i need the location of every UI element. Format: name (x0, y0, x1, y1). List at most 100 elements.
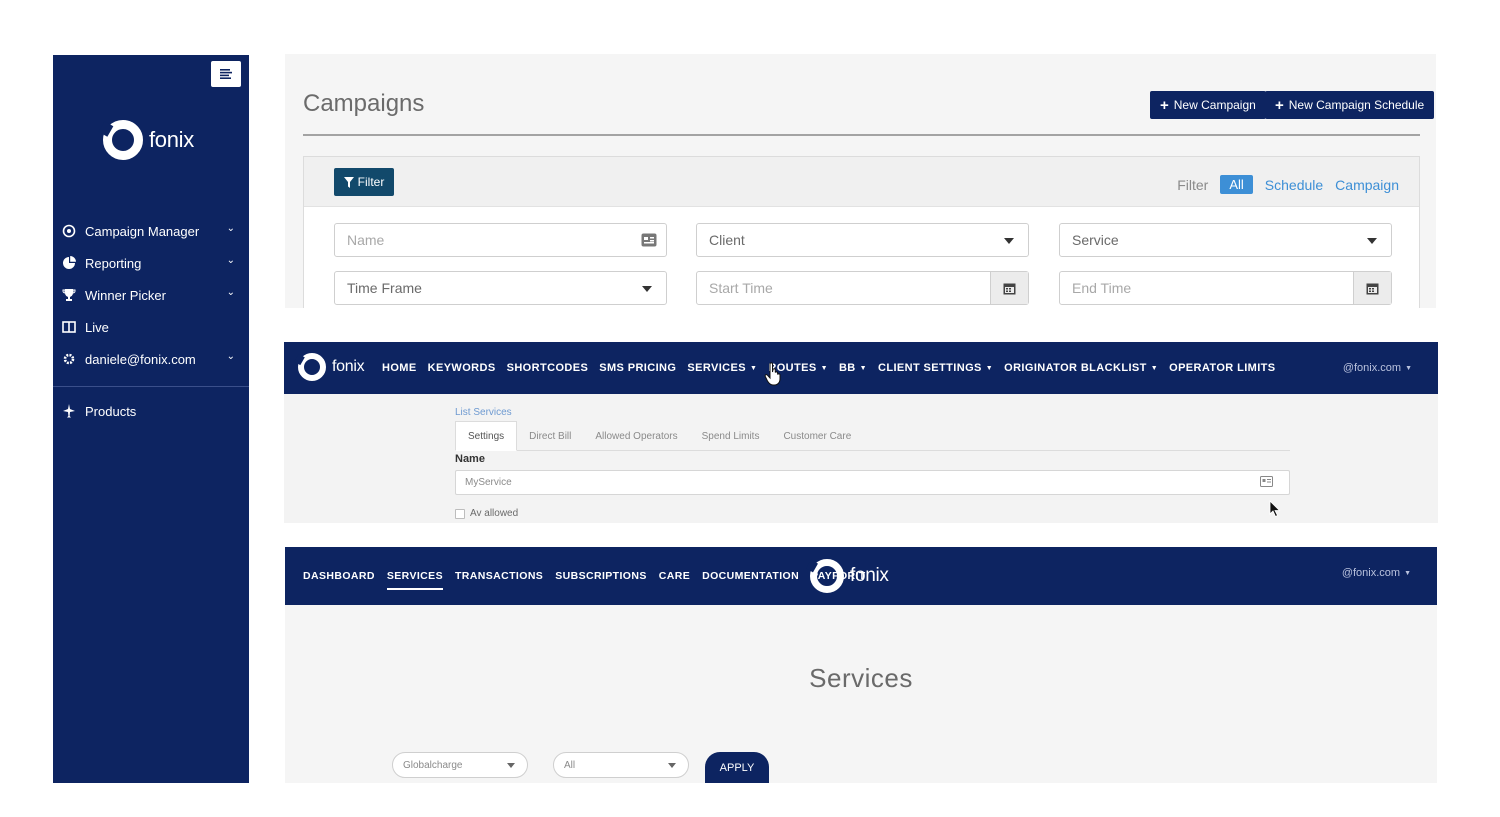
new-campaign-schedule-button[interactable]: + New Campaign Schedule (1265, 91, 1435, 119)
page-title: Campaigns (303, 90, 425, 117)
nav-dashboard[interactable]: DASHBOARD (303, 570, 375, 582)
sidebar-item-account[interactable]: daniele@fonix.com ⌄ (53, 343, 249, 375)
time-frame-select[interactable]: Time Frame (334, 271, 667, 305)
end-time-input[interactable]: End Time (1059, 271, 1392, 305)
service-name-input[interactable]: MyService (455, 470, 1290, 495)
fonix-logo-icon (298, 353, 326, 381)
sidebar-item-campaign-manager[interactable]: Campaign Manager ⌄ (53, 215, 249, 247)
admin-nav-links: HOME KEYWORDS SHORTCODES SMS PRICING SER… (382, 342, 1287, 394)
new-campaign-button[interactable]: + New Campaign (1150, 91, 1266, 119)
caret-down-icon (1004, 238, 1014, 244)
end-time-placeholder: End Time (1072, 280, 1132, 296)
pie-chart-icon (61, 255, 77, 271)
gear-icon (61, 351, 77, 367)
chevron-down-icon: ⌄ (226, 255, 235, 266)
checkbox-box[interactable] (455, 508, 465, 519)
nav-documentation[interactable]: DOCUMENTATION (702, 570, 799, 582)
av-allowed-checkbox[interactable]: Av allowed (455, 508, 518, 519)
filter-tab-all[interactable]: All (1220, 175, 1253, 194)
calendar-icon (1003, 283, 1016, 294)
filter-button[interactable]: Filter (334, 168, 394, 196)
nav-subscriptions[interactable]: SUBSCRIPTIONS (555, 570, 647, 582)
start-time-input[interactable]: Start Time (696, 271, 1029, 305)
caret-down-icon: ▼ (750, 364, 758, 372)
breadcrumb[interactable]: List Services (455, 407, 512, 418)
brand-logo[interactable]: fonix (298, 353, 365, 381)
sidebar-item-reporting[interactable]: Reporting ⌄ (53, 247, 249, 279)
admin-navbar: fonix HOME KEYWORDS SHORTCODES SMS PRICI… (284, 342, 1438, 394)
calendar-button[interactable] (1353, 272, 1391, 304)
nav-transactions[interactable]: TRANSACTIONS (455, 570, 543, 582)
sidebar-item-label: Live (85, 319, 109, 335)
client-filter-select[interactable]: Globalcharge (392, 752, 528, 778)
menu-icon (220, 69, 232, 79)
service-select[interactable]: Service (1059, 223, 1392, 257)
nav-originator-blacklist[interactable]: ORIGINATOR BLACKLIST ▼ (1004, 362, 1158, 374)
nav-label: DASHBOARD (303, 570, 375, 582)
nav-care[interactable]: CARE (659, 570, 690, 582)
breadcrumb-link[interactable]: List Services (455, 407, 512, 418)
sidebar: fonix Campaign Manager ⌄ Reporting ⌄ Win… (53, 55, 249, 783)
contact-card-icon (640, 231, 658, 249)
service-tabs: Settings Direct Bill Allowed Operators S… (455, 421, 1290, 451)
account-menu[interactable]: @fonix.com ▼ (1342, 567, 1411, 579)
status-filter-value: All (564, 759, 576, 771)
tab-spend-limits[interactable]: Spend Limits (690, 421, 772, 451)
sidebar-item-label: Winner Picker (85, 287, 166, 303)
sidebar-item-winner-picker[interactable]: Winner Picker ⌄ (53, 279, 249, 311)
nav-home[interactable]: HOME (382, 362, 417, 374)
services-list-panel: Services Globalcharge All APPLY (285, 605, 1437, 783)
filter-type-tabs: Filter All Schedule Campaign (1177, 175, 1399, 194)
account-menu[interactable]: @fonix.com ▼ (1343, 362, 1412, 374)
columns-icon (61, 319, 77, 335)
tab-direct-bill[interactable]: Direct Bill (517, 421, 583, 451)
nav-label: KEYWORDS (427, 362, 496, 374)
nav-label: SERVICES (687, 362, 746, 374)
brand-logo[interactable]: fonix (810, 559, 889, 593)
caret-down-icon: ▼ (859, 364, 867, 372)
sidebar-item-products[interactable]: Products (53, 395, 249, 427)
sidebar-toggle-button[interactable] (211, 61, 241, 87)
account-label: @fonix.com (1341, 567, 1401, 579)
chevron-down-icon: ⌄ (226, 287, 235, 298)
nav-label: CARE (658, 570, 691, 582)
nav-bb[interactable]: BB ▼ (839, 362, 867, 374)
nav-label: TRANSACTIONS (454, 570, 544, 582)
nav-services[interactable]: SERVICES ▼ (687, 362, 757, 374)
plane-icon (61, 403, 77, 419)
account-label: @fonix.com (1342, 362, 1402, 374)
caret-down-icon: ▼ (1404, 569, 1411, 577)
nav-label: CLIENT SETTINGS (877, 362, 982, 374)
filter-tab-schedule[interactable]: Schedule (1265, 177, 1323, 193)
sidebar-item-live[interactable]: Live (53, 311, 249, 343)
nav-operator-limits[interactable]: OPERATOR LIMITS (1169, 362, 1275, 374)
new-schedule-label: New Campaign Schedule (1288, 98, 1425, 112)
name-input[interactable]: Name (334, 223, 667, 257)
tab-allowed-operators[interactable]: Allowed Operators (583, 421, 689, 451)
brand-logo[interactable]: fonix (103, 120, 194, 160)
sidebar-nav: Campaign Manager ⌄ Reporting ⌄ Winner Pi… (53, 215, 249, 375)
client-select[interactable]: Client (696, 223, 1029, 257)
nav-keywords[interactable]: KEYWORDS (428, 362, 496, 374)
caret-down-icon (668, 763, 676, 768)
filter-button-label: Filter (357, 175, 385, 189)
tab-settings[interactable]: Settings (455, 421, 518, 451)
caret-down-icon (642, 286, 652, 292)
nav-services[interactable]: SERVICES (386, 570, 444, 590)
sidebar-item-label: Campaign Manager (85, 223, 200, 239)
start-time-placeholder: Start Time (709, 280, 773, 296)
nav-sms-pricing[interactable]: SMS PRICING (599, 362, 676, 374)
name-field-label: Name (455, 453, 485, 465)
filter-tab-campaign[interactable]: Campaign (1335, 177, 1399, 193)
nav-client-settings[interactable]: CLIENT SETTINGS ▼ (878, 362, 993, 374)
caret-down-icon: ▼ (1405, 364, 1412, 372)
apply-button[interactable]: APPLY (705, 752, 769, 783)
service-name-value: MyService (465, 477, 512, 488)
status-filter-select[interactable]: All (553, 752, 689, 778)
trophy-icon (61, 287, 77, 303)
calendar-button[interactable] (990, 272, 1028, 304)
arrow-cursor-icon (1269, 500, 1281, 518)
nav-shortcodes[interactable]: SHORTCODES (507, 362, 589, 374)
sidebar-item-label: Products (85, 403, 137, 419)
tab-customer-care[interactable]: Customer Care (771, 421, 863, 451)
